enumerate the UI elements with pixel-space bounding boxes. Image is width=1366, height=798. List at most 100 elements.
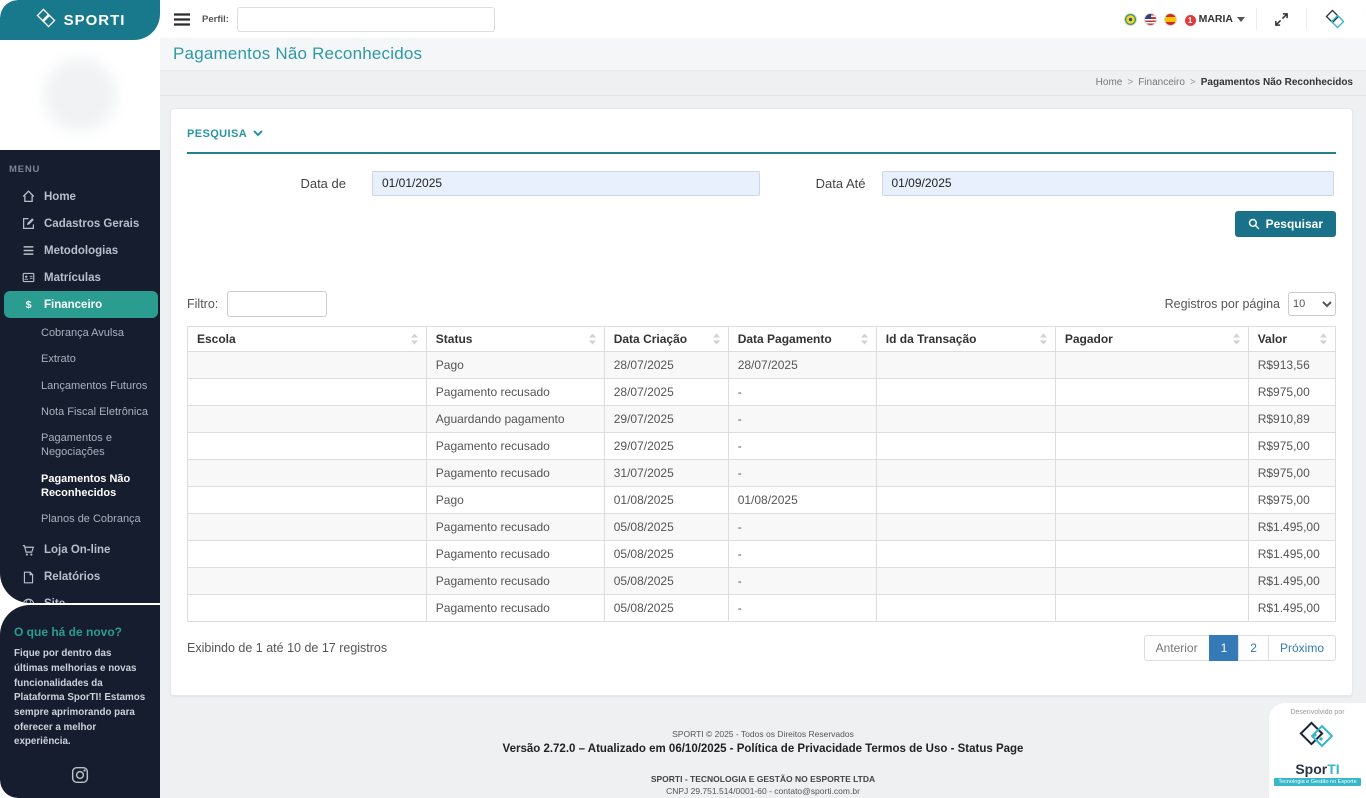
footer-version-line[interactable]: Versão 2.72.0 – Atualizado em 06/10/2025… (160, 741, 1366, 758)
column-header-escola[interactable]: Escola (187, 325, 427, 352)
user-name: MARIA (1198, 13, 1233, 26)
sidebar-item-cadastros-gerais[interactable]: Cadastros Gerais (4, 210, 158, 237)
cell-data-pagamento: 28/07/2025 (727, 350, 877, 379)
cell-pagador (1054, 593, 1249, 622)
cell-data-pagamento: - (727, 377, 877, 406)
cell-escola (187, 485, 427, 514)
sidebar-item-label: Site (44, 598, 65, 603)
table-row: Pagamento recusado 29/07/2025- R$975,00 (187, 431, 1337, 460)
home-icon (21, 190, 35, 203)
sporti-logo-icon (35, 7, 57, 34)
results-summary: Exibindo de 1 até 10 de 17 registros (187, 640, 388, 655)
table-row: Pagamento recusado 31/07/2025- R$975,00 (187, 458, 1337, 487)
sidebar-item-site[interactable]: Site (4, 591, 158, 604)
cell-escola (187, 350, 427, 379)
column-header-id-da-transacao[interactable]: Id da Transação (875, 325, 1056, 352)
report-icon (21, 571, 35, 584)
sidebar-item-home[interactable]: Home (4, 183, 158, 210)
divider (1306, 8, 1307, 31)
breadcrumb-home[interactable]: Home (1096, 77, 1123, 88)
cell-data-criacao: 28/07/2025 (603, 377, 729, 406)
notification-badge[interactable]: 1 (1183, 14, 1197, 28)
cell-status: Pagamento recusado (425, 593, 605, 622)
cell-data-criacao: 01/08/2025 (603, 485, 729, 514)
cell-pagador (1054, 512, 1249, 541)
breadcrumb-financeiro[interactable]: Financeiro (1138, 77, 1185, 88)
cell-valor: R$975,00 (1247, 431, 1337, 460)
pesquisa-toggle[interactable]: PESQUISA (187, 128, 263, 140)
pagination-page-1[interactable]: 1 (1208, 634, 1240, 661)
cell-valor: R$975,00 (1247, 377, 1337, 406)
cell-data-pagamento: - (727, 431, 877, 460)
sidebar-subitem-cobranca-avulsa[interactable]: Cobrança Avulsa (39, 320, 156, 346)
column-header-status[interactable]: Status (425, 325, 605, 352)
data-de-label: Data de (300, 175, 346, 191)
filtro-label: Filtro: (187, 296, 219, 311)
brand-header[interactable]: SPORTI (0, 0, 160, 40)
cell-pagador (1054, 350, 1249, 379)
breadcrumb-separator: > (1189, 77, 1196, 89)
sidebar-subitem-extrato[interactable]: Extrato (39, 346, 156, 372)
sidebar-subitem-pagamentos-e-negociacoes[interactable]: Pagamentos e Negociações (39, 425, 156, 466)
column-header-pagador[interactable]: Pagador (1054, 325, 1249, 352)
sidebar-item-loja-on-line[interactable]: Loja On-line (4, 537, 158, 564)
instagram-icon[interactable] (14, 766, 146, 784)
sporti-mini-logo-icon[interactable] (1318, 8, 1352, 30)
sidebar-subitem-pagamentos-nao-reconhecidos[interactable]: Pagamentos Não Reconhecidos (39, 466, 156, 507)
cell-status: Pagamento recusado (425, 458, 605, 487)
cell-escola (187, 404, 427, 433)
table-row: Pago 01/08/2025 01/08/2025 R$975,00 (187, 485, 1337, 514)
cell-status: Pagamento recusado (425, 431, 605, 460)
cell-id-transacao (875, 512, 1056, 541)
cell-pagador (1054, 485, 1249, 514)
sidebar-item-label: Cadastros Gerais (44, 217, 140, 230)
pesquisar-button[interactable]: Pesquisar (1234, 210, 1336, 237)
column-header-data-criacao[interactable]: Data Criação (603, 325, 729, 352)
pagination-next[interactable]: Próximo (1267, 634, 1336, 661)
data-ate-input[interactable] (881, 170, 1334, 196)
table-controls: Filtro: Registros por página 10 (187, 290, 1336, 317)
sidebar-subitem-nota-fiscal-eletronica[interactable]: Nota Fiscal Eletrônica (39, 399, 156, 425)
per-page-select[interactable]: 10 (1288, 291, 1336, 316)
sidebar-item-label: Matrículas (44, 271, 101, 284)
sidebar-item-matriculas[interactable]: Matrículas (4, 264, 158, 291)
filtro-input[interactable] (227, 290, 328, 317)
sidebar-subitem-planos-de-cobranca[interactable]: Planos de Cobrança (39, 506, 156, 532)
sidebar-subitem-lancamentos-futuros[interactable]: Lançamentos Futuros (39, 373, 156, 399)
sidebar-item-metodologias[interactable]: Metodologias (4, 237, 158, 264)
cell-id-transacao (875, 566, 1056, 595)
data-de-input[interactable] (372, 170, 760, 196)
table-row: Pagamento recusado 05/08/2025- R$1.495,00 (187, 593, 1337, 622)
cell-id-transacao (875, 458, 1056, 487)
cell-data-criacao: 05/08/2025 (603, 566, 729, 595)
user-menu[interactable]: MARIA (1199, 13, 1245, 25)
brand-name: SPORTI (63, 11, 126, 29)
sporti-wordmark: SporTI (1295, 761, 1340, 777)
sidebar-item-relatorios[interactable]: Relatórios (4, 564, 158, 591)
cell-status: Aguardando pagamento (425, 404, 605, 433)
spain-flag-icon[interactable] (1163, 12, 1177, 26)
sort-icon (588, 333, 597, 344)
cell-valor: R$1.495,00 (1247, 566, 1337, 595)
brazil-flag-icon[interactable] (1123, 12, 1137, 26)
hamburger-menu-icon[interactable] (174, 12, 190, 26)
column-header-valor[interactable]: Valor (1247, 325, 1337, 352)
cell-pagador (1054, 431, 1249, 460)
cell-valor: R$1.495,00 (1247, 512, 1337, 541)
table-row: Pagamento recusado 05/08/2025- R$1.495,00 (187, 566, 1337, 595)
cell-pagador (1054, 458, 1249, 487)
sporti-footer-logo-icon (1298, 716, 1338, 761)
cell-status: Pago (425, 350, 605, 379)
sidebar-item-financeiro[interactable]: $ Financeiro (4, 291, 158, 318)
column-header-data-pagamento[interactable]: Data Pagamento (727, 325, 877, 352)
developed-by-label: Desenvolvido por (1290, 709, 1345, 716)
usa-flag-icon[interactable] (1143, 12, 1157, 26)
breadcrumb-current: Pagamentos Não Reconhecidos (1200, 77, 1353, 89)
pagination-previous[interactable]: Anterior (1143, 634, 1210, 661)
edit-icon (21, 217, 35, 230)
fullscreen-icon[interactable] (1268, 12, 1295, 27)
sidebar-item-label: Relatórios (44, 571, 101, 584)
sidebar-item-label: Metodologias (44, 244, 119, 257)
pagination-page-2[interactable]: 2 (1238, 634, 1269, 661)
perfil-input[interactable] (236, 6, 495, 32)
